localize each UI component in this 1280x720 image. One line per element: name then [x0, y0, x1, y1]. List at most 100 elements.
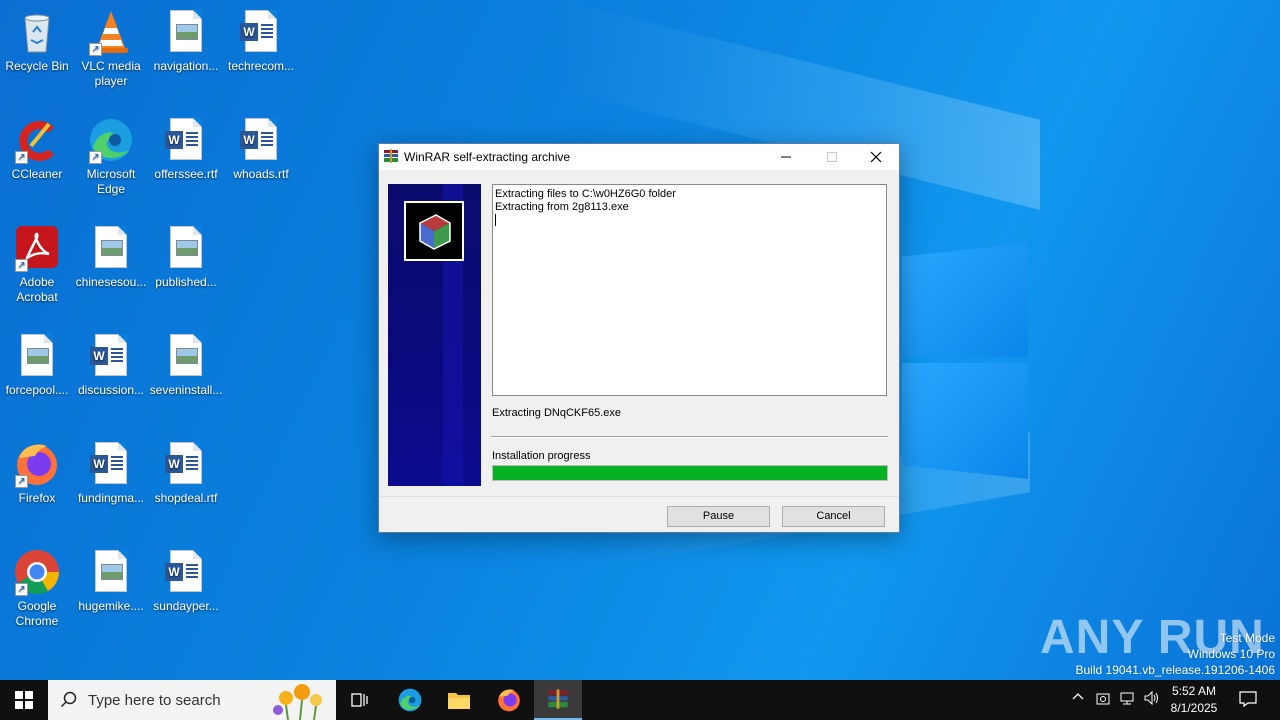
windows-logo-pane — [902, 243, 1028, 357]
log-line: Extracting from 2g8113.exe — [495, 201, 629, 213]
edge-icon — [398, 688, 422, 712]
volume-tray-button[interactable] — [1143, 690, 1161, 709]
desktop-icon-label: whoads.rtf — [233, 167, 289, 181]
desktop-icon-label: navigation... — [153, 59, 219, 73]
taskbar-search-box[interactable]: Type here to search — [48, 680, 336, 720]
title-bar[interactable]: WinRAR self-extracting archive — [379, 144, 899, 170]
start-button[interactable] — [0, 680, 48, 720]
word-doc-icon: W — [237, 116, 285, 164]
image-file-icon — [162, 8, 210, 56]
desktop-icon-label: VLC media player — [81, 59, 141, 88]
cancel-button[interactable]: Cancel — [782, 506, 885, 527]
current-file-label: Extracting DNqCKF65.exe — [492, 407, 621, 419]
desktop-icon-hugemike[interactable]: hugemike.... — [74, 548, 148, 614]
minimize-icon — [781, 156, 791, 158]
taskbar-winrar-button[interactable] — [534, 680, 582, 720]
winrar-icon — [548, 689, 568, 709]
desktop-icon-sundayper[interactable]: W sundayper... — [149, 548, 223, 614]
watermark-line: Test Mode — [1219, 631, 1275, 645]
desktop-icon-microsoft-edge[interactable]: ↗ Microsoft Edge — [74, 116, 148, 197]
ccleaner-icon: ↗ — [13, 116, 61, 164]
task-view-button[interactable] — [336, 680, 384, 720]
clock-date: 8/1/2025 — [1170, 701, 1218, 715]
desktop-icon-label: fundingma... — [77, 491, 145, 505]
winrar-sfx-window: WinRAR self-extracting archive Extractin… — [378, 143, 900, 533]
desktop-icon-vlc[interactable]: ↗ VLC media player — [74, 8, 148, 89]
image-file-icon — [162, 224, 210, 272]
desktop-icon-label: seveninstall... — [149, 383, 223, 397]
winrar-banner — [388, 184, 481, 486]
word-doc-icon: W — [162, 116, 210, 164]
minimize-button[interactable] — [763, 144, 809, 170]
desktop-icon-label: published... — [155, 275, 217, 289]
tray-app-icon[interactable] — [1096, 690, 1110, 709]
desktop-icon-google-chrome[interactable]: ↗ Google Chrome — [0, 548, 74, 629]
desktop-icon-label: CCleaner — [11, 167, 63, 181]
maximize-icon — [827, 152, 837, 162]
word-doc-icon: W — [87, 440, 135, 488]
text-caret — [495, 214, 496, 226]
taskbar-clock[interactable]: 5:52 AM 8/1/2025 — [1160, 683, 1228, 717]
desktop-icon-label: sundayper... — [153, 599, 219, 613]
desktop-icon-navigation[interactable]: navigation... — [149, 8, 223, 74]
network-tray-button[interactable] — [1119, 690, 1135, 709]
separator — [491, 436, 888, 438]
desktop-icon-firefox[interactable]: ↗ Firefox — [0, 440, 74, 506]
winrar-icon — [383, 148, 399, 164]
shortcut-arrow-icon: ↗ — [89, 43, 102, 56]
desktop-icon-ccleaner[interactable]: ↗ CCleaner — [0, 116, 74, 182]
search-placeholder: Type here to search — [88, 692, 221, 709]
show-hidden-icons-button[interactable] — [1071, 690, 1085, 707]
desktop-icon-whoads[interactable]: W whoads.rtf — [224, 116, 298, 182]
desktop-icon-seveninstall[interactable]: seveninstall... — [149, 332, 223, 398]
taskbar-edge-button[interactable] — [386, 680, 434, 720]
desktop-icon-label: Recycle Bin — [5, 59, 69, 73]
shortcut-arrow-icon: ↗ — [15, 151, 28, 164]
desktop-icon-label: Firefox — [18, 491, 56, 505]
desktop-icon-forcepool[interactable]: forcepool.... — [0, 332, 74, 398]
desktop-icon-chinesesou[interactable]: chinesesou... — [74, 224, 148, 290]
taskbar-firefox-button[interactable] — [485, 680, 533, 720]
search-icon — [60, 691, 77, 708]
camera-icon — [1096, 693, 1110, 705]
close-icon — [870, 151, 882, 163]
maximize-button — [809, 144, 855, 170]
windows-logo-pane — [902, 363, 1028, 479]
folder-icon — [448, 693, 470, 709]
desktop-icon-offerssee[interactable]: W offerssee.rtf — [149, 116, 223, 182]
desktop-icon-shopdeal[interactable]: W shopdeal.rtf — [149, 440, 223, 506]
desktop-icon-techrecom[interactable]: W techrecom... — [224, 8, 298, 74]
pause-button[interactable]: Pause — [667, 506, 770, 527]
recycle-bin-icon — [13, 8, 61, 56]
desktop-icon-fundingma[interactable]: W fundingma... — [74, 440, 148, 506]
desktop-icon-adobe-acrobat[interactable]: ↗ Adobe Acrobat — [0, 224, 74, 305]
flowers-icon — [273, 684, 322, 720]
separator — [379, 496, 899, 497]
firefox-icon: ↗ — [13, 440, 61, 488]
chevron-up-icon — [1072, 693, 1084, 700]
edge-icon: ↗ — [87, 116, 135, 164]
firefox-icon — [498, 689, 520, 712]
desktop-icon-label: chinesesou... — [75, 275, 147, 289]
word-doc-icon: W — [162, 548, 210, 596]
desktop-icon-label: Google Chrome — [15, 599, 59, 628]
notifications-button[interactable] — [1238, 690, 1258, 711]
image-file-icon — [13, 332, 61, 380]
close-button[interactable] — [853, 144, 899, 170]
windows-start-icon — [15, 691, 33, 709]
word-doc-icon: W — [87, 332, 135, 380]
desktop-icon-recycle-bin[interactable]: Recycle Bin — [0, 8, 74, 74]
chrome-icon: ↗ — [13, 548, 61, 596]
extraction-log: Extracting files to C:\w0HZ6G0 folder Ex… — [492, 184, 887, 396]
desktop-icon-label: Microsoft Edge — [86, 167, 136, 196]
desktop-icon-label: discussion... — [77, 383, 145, 397]
image-file-icon — [87, 548, 135, 596]
shortcut-arrow-icon: ↗ — [89, 151, 102, 164]
taskbar-file-explorer-button[interactable] — [435, 680, 483, 720]
desktop-icon-label: hugemike.... — [78, 599, 144, 613]
desktop-icon-discussion[interactable]: W discussion... — [74, 332, 148, 398]
desktop-icon-label: Adobe Acrobat — [16, 275, 58, 304]
desktop-icon-published[interactable]: published... — [149, 224, 223, 290]
shortcut-arrow-icon: ↗ — [15, 583, 28, 596]
acrobat-icon: ↗ — [13, 224, 61, 272]
